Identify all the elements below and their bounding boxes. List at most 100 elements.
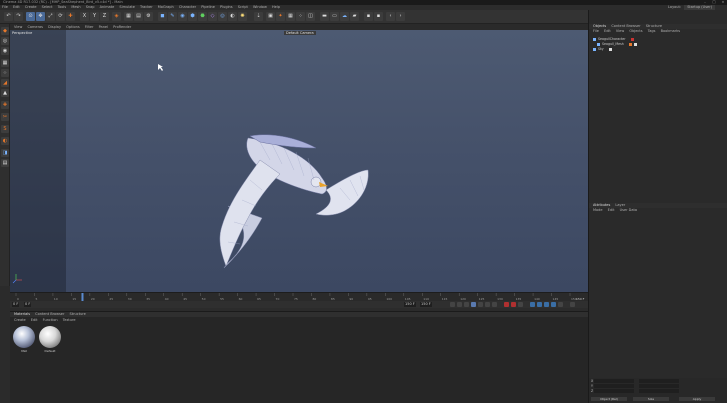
play-icon[interactable] [471, 302, 476, 307]
material-tag-icon[interactable] [633, 42, 637, 46]
edges-side-icon[interactable]: ◢ [1, 79, 9, 87]
timeline-ruler[interactable]: 0 5 10 15 20 25 30 35 40 45 50 55 60 65 70 75 80 85 90 95 10… [10, 292, 588, 302]
layout-forward-icon[interactable]: › [396, 12, 405, 21]
goto-start-icon[interactable] [450, 302, 455, 307]
coordinate-mode-dropdown[interactable]: Object (Rel) [591, 397, 627, 401]
texture-mode-icon[interactable]: ✦ [276, 12, 285, 21]
attr-menu-edit[interactable]: Edit [606, 208, 617, 213]
obj-menu-view[interactable]: View [614, 29, 626, 34]
rotate-icon[interactable]: ⟳ [56, 12, 65, 21]
key-param-icon[interactable] [551, 302, 556, 307]
workplane-side-icon[interactable]: ▦ [1, 59, 9, 67]
make-editable-icon[interactable]: ⇣ [254, 12, 263, 21]
layout-back-icon[interactable]: ‹ [386, 12, 395, 21]
timeline-window-icon[interactable] [570, 302, 575, 307]
edges-mode-icon[interactable]: ◫ [306, 12, 315, 21]
move-icon[interactable]: ✥ [36, 12, 45, 21]
world-coords-icon[interactable]: ◈ [112, 12, 121, 21]
y-axis-icon[interactable]: Y [90, 12, 99, 21]
mat-menu-create[interactable]: Create [12, 317, 28, 323]
obj-menu-edit[interactable]: Edit [602, 29, 613, 34]
tweak-side-icon[interactable]: ✂ [1, 113, 9, 121]
key-position-icon[interactable] [530, 302, 535, 307]
material-swatch[interactable]: Mat [12, 326, 36, 356]
uv-mode-icon[interactable]: ▭ [330, 12, 339, 21]
size-field[interactable] [639, 389, 680, 393]
obj-menu-bookmarks[interactable]: Bookmarks [659, 29, 683, 34]
axis-side-icon[interactable]: ✚ [1, 101, 9, 109]
solo-side-icon[interactable]: ◨ [1, 149, 9, 157]
scale-icon[interactable]: ⤢ [46, 12, 55, 21]
cloner-icon[interactable]: ⬣ [198, 12, 207, 21]
mat-menu-texture[interactable]: Texture [61, 317, 78, 323]
camera-icon[interactable]: ◐ [228, 12, 237, 21]
model-side-icon[interactable]: ◎ [1, 37, 9, 45]
seagull-model[interactable] [10, 30, 588, 292]
next-frame-icon[interactable] [478, 302, 483, 307]
position-field[interactable] [594, 389, 635, 393]
render-settings-icon[interactable]: ⚙ [144, 12, 153, 21]
polygons-side-icon[interactable]: ▲ [1, 89, 9, 97]
obj-menu-tags[interactable]: Tags [646, 29, 658, 34]
size-field[interactable] [639, 379, 680, 383]
grid-side-icon[interactable]: ▤ [1, 159, 9, 167]
mat-menu-edit[interactable]: Edit [29, 317, 40, 323]
environment-icon[interactable]: ◎ [218, 12, 227, 21]
subdivision-icon[interactable]: ◉ [178, 12, 187, 21]
render-picture-viewer-icon[interactable]: ▤ [134, 12, 143, 21]
soft-selection-icon[interactable]: S [1, 125, 9, 133]
workplane-icon[interactable]: ▦ [286, 12, 295, 21]
goto-end-icon[interactable] [492, 302, 497, 307]
current-frame-field[interactable]: 0 F [12, 302, 20, 307]
redo-icon[interactable]: ↷ [14, 12, 23, 21]
live-selection-icon[interactable]: ⊙ [26, 12, 35, 21]
size-field[interactable] [638, 384, 679, 388]
recent-tools-icon[interactable]: ✚ [66, 12, 75, 21]
next-key-icon[interactable] [485, 302, 490, 307]
material-tag-icon[interactable] [608, 47, 612, 51]
points-side-icon[interactable]: ⁘ [1, 69, 9, 77]
perspective-viewport[interactable]: Perspective Default Camera [10, 30, 588, 292]
total-frames-field[interactable]: 150 F [404, 302, 416, 307]
undo-icon[interactable]: ↶ [4, 12, 13, 21]
autokey-icon[interactable] [511, 302, 516, 307]
model-mode-icon[interactable]: ▣ [266, 12, 275, 21]
cube-icon[interactable]: ◼ [158, 12, 167, 21]
points-mode-icon[interactable]: ⁘ [296, 12, 305, 21]
key-pla-icon[interactable] [558, 302, 563, 307]
spline-pen-icon[interactable]: ✎ [168, 12, 177, 21]
object-row[interactable]: Sky [593, 47, 613, 51]
make-editable-side-icon[interactable]: ◆ [1, 27, 9, 35]
record-icon[interactable] [504, 302, 509, 307]
object-row[interactable]: SeagullCharacter [593, 37, 635, 41]
deformer-icon[interactable]: ◇ [208, 12, 217, 21]
material-swatch[interactable]: Default [38, 326, 62, 356]
attr-menu-mode[interactable]: Mode [591, 208, 605, 213]
axis-mode-icon[interactable]: ☁ [340, 12, 349, 21]
key-rotation-icon[interactable] [544, 302, 549, 307]
phong-tag-icon[interactable] [628, 42, 632, 46]
snapping-side-icon[interactable]: ◐ [1, 137, 9, 145]
snap-icon[interactable]: ▰ [350, 12, 359, 21]
key-scale-icon[interactable] [537, 302, 542, 307]
prev-key-icon[interactable] [457, 302, 462, 307]
obj-menu-objects[interactable]: Objects [627, 29, 644, 34]
light-icon[interactable]: ✺ [238, 12, 247, 21]
polygons-mode-icon[interactable]: ▬ [320, 12, 329, 21]
apply-button[interactable]: Apply [679, 397, 715, 401]
prev-frame-icon[interactable] [464, 302, 469, 307]
position-field[interactable] [594, 379, 635, 383]
texture-side-icon[interactable]: ◉ [1, 47, 9, 55]
visibility-dot-icon[interactable] [630, 37, 634, 41]
render-view-icon[interactable]: ▦ [124, 12, 133, 21]
object-row[interactable]: Seagull_Mesh [597, 42, 638, 46]
x-axis-icon[interactable]: X [80, 12, 89, 21]
planar-workplane-icon[interactable]: ▪ [374, 12, 383, 21]
size-mode-dropdown[interactable]: Size [633, 397, 669, 401]
lock-workplane-icon[interactable]: ▪ [364, 12, 373, 21]
keyframe-selection-icon[interactable] [518, 302, 523, 307]
max-frame-field[interactable]: 150 F [420, 302, 432, 307]
position-field[interactable] [593, 384, 634, 388]
array-icon[interactable]: ⬢ [188, 12, 197, 21]
mat-menu-function[interactable]: Function [41, 317, 60, 323]
